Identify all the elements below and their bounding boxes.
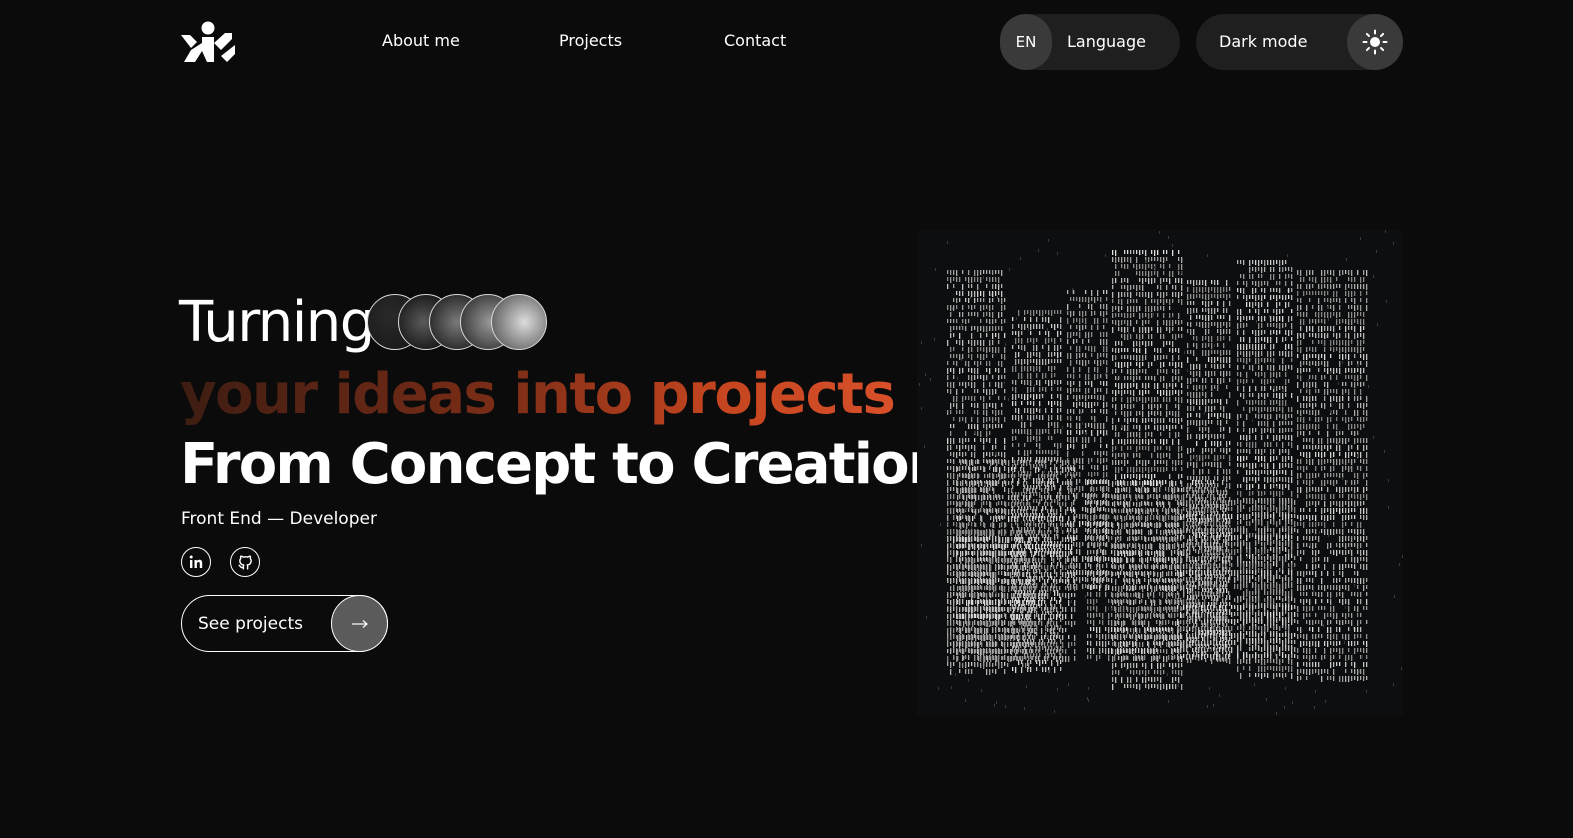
see-projects-label: See projects — [198, 614, 303, 634]
nav-about-link[interactable]: About me — [382, 31, 460, 51]
logo-icon[interactable] — [181, 21, 235, 62]
dark-mode-label: Dark mode — [1219, 32, 1308, 51]
cta-arrow-circle[interactable] — [331, 595, 388, 652]
linkedin-icon — [189, 555, 203, 568]
language-label: Language — [1067, 32, 1146, 51]
see-projects-button[interactable]: See projects — [181, 595, 388, 652]
orb-5 — [491, 294, 547, 350]
hero-role-subtitle: Front End — Developer — [181, 509, 377, 529]
github-icon — [237, 554, 252, 570]
github-link[interactable] — [230, 547, 260, 577]
hero-heading-turning: Turning — [179, 290, 375, 355]
nav-projects-link[interactable]: Projects — [559, 31, 622, 51]
hero-heading-ideas: your ideas into projects — [180, 362, 896, 427]
nav-contact-link[interactable]: Contact — [724, 31, 786, 51]
decorative-orbs — [367, 294, 549, 352]
linkedin-link[interactable] — [181, 547, 211, 577]
theme-toggle-button[interactable] — [1347, 14, 1403, 70]
language-code-badge[interactable]: EN — [1000, 14, 1052, 70]
hero-heading-concept: From Concept to Creation — [180, 432, 948, 497]
arrow-right-icon — [351, 619, 368, 628]
hero-ascii-artwork — [917, 230, 1403, 716]
sun-icon — [1362, 29, 1388, 55]
dark-mode-switcher[interactable]: Dark mode — [1196, 14, 1403, 70]
language-switcher[interactable]: EN Language — [1000, 14, 1180, 70]
